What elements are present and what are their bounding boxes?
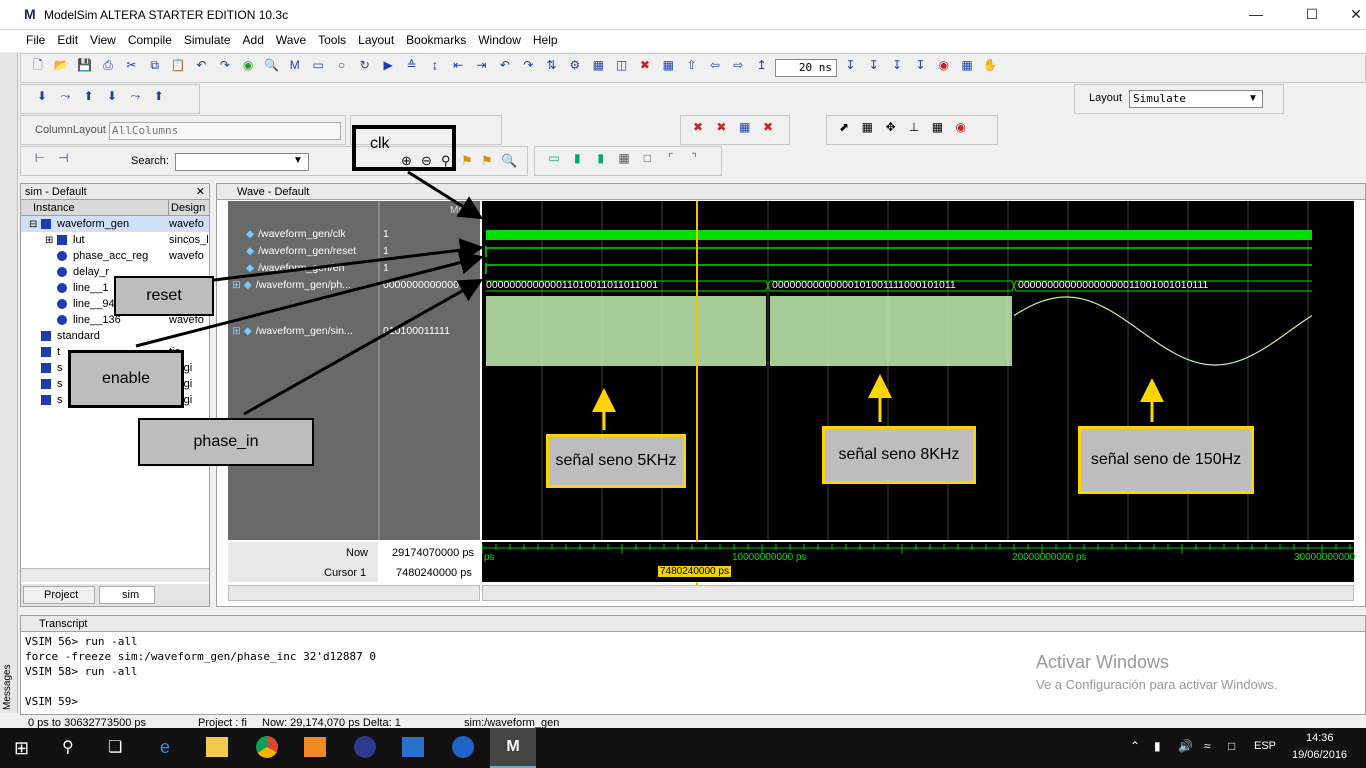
clock-time[interactable]: 14:36 [1306,732,1334,744]
phase-in-arrow [243,279,484,416]
media-icon[interactable] [304,737,326,757]
explorer-icon[interactable] [206,737,228,757]
task-view-icon[interactable]: ❏ [108,737,122,757]
language-indicator[interactable]: ESP [1254,740,1276,752]
tray-chevron-icon[interactable]: ⌃ [1130,739,1140,753]
chrome-icon[interactable] [256,736,278,758]
search-icon[interactable]: ⚲ [62,737,74,757]
clk-arrow [407,170,484,220]
eclipse-icon[interactable] [354,736,376,758]
wifi-icon[interactable]: ≈ [1204,739,1211,753]
volume-icon[interactable]: 🔊 [1178,739,1193,753]
reset-arrow [213,238,484,282]
network-app-icon[interactable] [452,736,474,758]
annotation-arrows [135,170,1164,430]
enable-arrow [135,250,484,348]
powershell-icon[interactable] [402,737,424,757]
battery-icon[interactable]: ▮ [1154,739,1161,753]
clock-date[interactable]: 19/06/2016 [1292,749,1347,761]
edge-icon[interactable]: e [160,737,170,758]
modelsim-task-icon[interactable]: M [490,728,536,768]
start-icon[interactable]: ⊞ [14,738,29,759]
notification-icon[interactable]: □ [1228,739,1235,753]
taskbar: ⊞ ⚲ ❏ e M ⌃ ▮ 🔊 ≈ □ ESP 14:36 19/06/2016 [0,728,1366,768]
